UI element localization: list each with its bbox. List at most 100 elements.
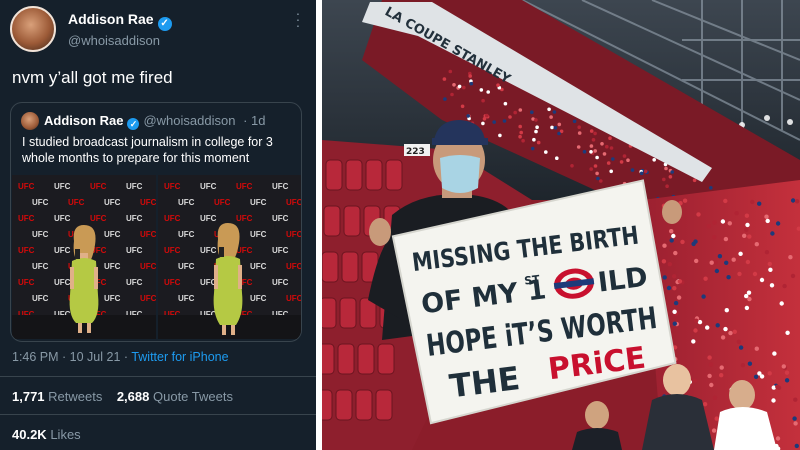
crowd-spectator	[696, 212, 701, 217]
crowd-spectator	[534, 129, 538, 134]
crowd-spectator	[724, 260, 729, 265]
ufc-logo: UFC	[18, 182, 35, 191]
author-name[interactable]: Addison Rae ✓	[68, 11, 172, 31]
retweets-count: 1,771	[12, 389, 45, 404]
crowd-spectator	[694, 258, 699, 264]
crowd-spectator	[557, 131, 561, 136]
verified-badge-icon: ✓	[127, 118, 140, 130]
crowd-spectator	[742, 233, 747, 238]
crowd-spectator	[589, 144, 594, 148]
crowd-spectator	[680, 239, 685, 245]
crowd-spectator	[767, 261, 772, 267]
crowd-spectator	[572, 119, 577, 124]
ufc-logo: UFC	[54, 214, 71, 223]
crowd-spectator	[589, 150, 593, 154]
crowd-spectator	[673, 250, 678, 256]
divider	[0, 376, 316, 377]
likes-stat[interactable]: 40.2K Likes	[12, 427, 81, 442]
likes-count: 40.2K	[12, 427, 47, 442]
crowd-spectator	[719, 365, 724, 370]
crowd-spectator	[552, 110, 557, 114]
crowd-spectator	[665, 184, 669, 188]
crowd-spectator	[731, 257, 736, 262]
quoted-photo-2[interactable]: UFC UFC UFC UFC UFC UFC UFC UFC UFC UFC UFC UFC UFC U…	[158, 175, 302, 339]
crowd-spectator	[448, 69, 453, 74]
crowd-spectator	[518, 134, 522, 139]
retweets-stat[interactable]: 1,771 Retweets	[12, 389, 102, 404]
crowd-spectator	[711, 428, 717, 433]
tweet-text: nvm y’all got me fired	[12, 68, 173, 87]
ufc-logo: UFC	[104, 198, 121, 207]
crowd-spectator	[790, 273, 796, 279]
crowd-spectator	[770, 231, 775, 236]
crowd-spectator	[498, 133, 502, 138]
quoted-tweet-card[interactable]: Addison Rae ✓ @whoisaddison · 1d I studied…	[10, 102, 302, 342]
ufc-logo: UFC	[54, 182, 71, 191]
crowd-spectator	[747, 296, 752, 302]
author-handle[interactable]: @whoisaddison	[68, 33, 160, 48]
crowd-spectator	[582, 149, 587, 154]
ufc-logo: UFC	[250, 230, 267, 239]
crowd-spectator	[534, 118, 538, 122]
ufc-logo: UFC	[32, 294, 49, 303]
crowd-spectator	[555, 156, 559, 160]
crowd-spectator	[764, 214, 769, 219]
ufc-logo: UFC	[68, 198, 85, 207]
crowd-spectator	[692, 378, 698, 383]
crowd-spectator	[667, 262, 672, 267]
author-avatar[interactable]	[10, 6, 56, 52]
crowd-spectator	[692, 178, 697, 183]
crowd-spectator	[622, 154, 627, 158]
crowd-spectator	[746, 290, 752, 295]
ufc-logo: UFC	[140, 294, 156, 303]
crowd-spectator	[693, 328, 698, 333]
crowd-spectator	[643, 169, 648, 174]
crowd-spectator	[466, 114, 470, 118]
crowd-spectator	[703, 276, 708, 281]
crowd-spectator	[530, 110, 534, 114]
crowd-spectator	[605, 144, 609, 149]
crowd-spectator	[450, 92, 454, 97]
crowd-spectator	[596, 176, 600, 181]
crowd-spectator	[496, 83, 500, 87]
quote-tweets-stat[interactable]: 2,688 Quote Tweets	[117, 389, 233, 404]
arena-seat	[322, 389, 333, 421]
more-options-icon[interactable]: · · ·	[292, 6, 304, 32]
crowd-spectator	[702, 402, 708, 407]
crowd-spectator	[726, 275, 731, 280]
ufc-logo: UFC	[164, 246, 181, 255]
crowd-spectator	[503, 101, 508, 106]
crowd-spectator	[532, 137, 536, 142]
crowd-spectator	[536, 140, 541, 145]
quoted-photo-1[interactable]: UFC UFC UFC UFC UFC UFC UFC UFC UFC UFC UFC UFC UFC U…	[12, 175, 156, 339]
arena-seat	[375, 389, 393, 421]
quote-tweets-count: 2,688	[116, 389, 150, 404]
ufc-logo: UFC	[286, 230, 302, 239]
ufc-logo: UFC	[250, 294, 267, 303]
crowd-spectator	[593, 164, 598, 168]
ufc-logo: UFC	[140, 262, 156, 271]
likes-label: Likes	[50, 427, 81, 442]
crowd-spectator	[668, 175, 673, 179]
crowd-spectator	[728, 330, 733, 336]
crowd-spectator	[676, 295, 682, 300]
crowd-spectator	[738, 251, 743, 256]
tweet-source-link[interactable]: Twitter for iPhone	[131, 350, 228, 364]
crowd-spectator	[744, 305, 750, 311]
ufc-logo: UFC	[54, 278, 71, 287]
crowd-spectator	[672, 274, 677, 279]
crowd-spectator	[759, 277, 765, 283]
crowd-spectator	[745, 259, 751, 265]
crowd-spectator	[609, 169, 613, 174]
crowd-spectator	[753, 374, 759, 379]
crowd-spectator	[609, 146, 614, 150]
crowd-spectator	[723, 326, 728, 332]
ufc-logo: UFC	[286, 262, 302, 271]
tweet-meta: 1:46 PM · 10 Jul 21 · Twitter for iPhone	[12, 350, 229, 364]
crowd-spectator	[747, 361, 753, 366]
ufc-logo: UFC	[18, 278, 35, 287]
crowd-spectator	[662, 243, 667, 248]
crowd-spectator	[764, 250, 770, 255]
crowd-spectator	[518, 124, 522, 129]
crowd-spectator	[709, 382, 714, 388]
